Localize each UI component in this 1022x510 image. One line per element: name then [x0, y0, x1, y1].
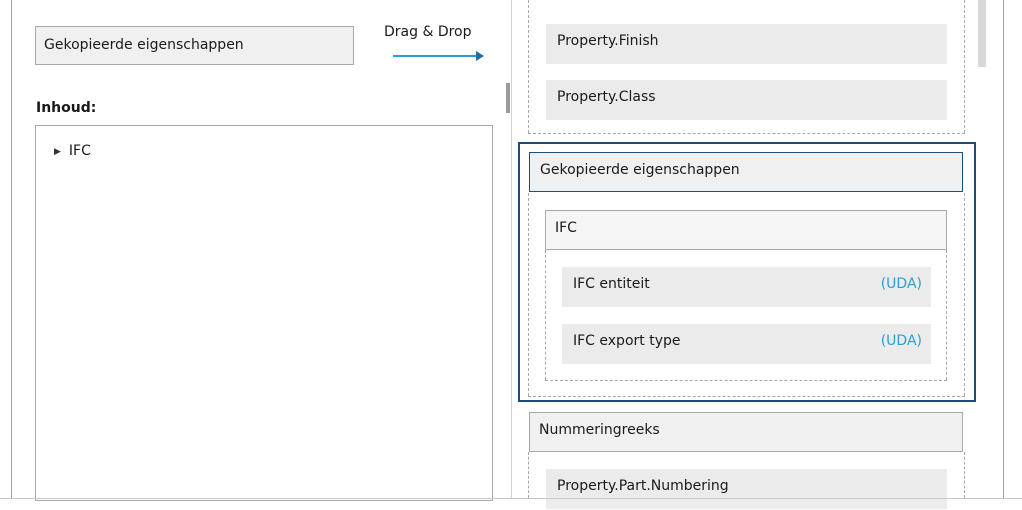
group-outline-right: [964, 193, 965, 396]
group-name-value: Gekopieerde eigenschappen: [44, 37, 244, 53]
group-outline-left: [528, 452, 529, 498]
subgroup-outline-bottom: [545, 380, 947, 381]
contents-label: Inhoud:: [36, 100, 97, 116]
left-frame-border: [11, 0, 12, 498]
property-label: Property.Class: [557, 89, 656, 105]
group-header-nummeringreeks[interactable]: Nummeringreeks: [529, 412, 963, 452]
right-frame-border: [1003, 0, 1004, 498]
property-item[interactable]: Property.Class: [546, 80, 947, 120]
property-label: Property.Finish: [557, 33, 659, 49]
splitter-handle[interactable]: [506, 83, 510, 113]
group-outline-bottom: [528, 133, 965, 134]
expand-triangle-icon[interactable]: ▶: [54, 147, 61, 157]
group-outline-right: [964, 452, 965, 498]
property-label: Property.Part.Numbering: [557, 478, 729, 494]
contents-tree[interactable]: [35, 125, 493, 501]
subgroup-title: IFC: [555, 220, 577, 236]
property-label: IFC export type: [573, 333, 681, 349]
subgroup-outline-right: [946, 250, 947, 380]
group-outline-right: [964, 0, 965, 133]
subgroup-header-ifc[interactable]: IFC: [545, 210, 947, 250]
group-header-gekopieerde[interactable]: Gekopieerde eigenschappen: [529, 152, 963, 192]
uda-tag: (UDA): [880, 333, 922, 349]
scrollbar-thumb[interactable]: [978, 0, 986, 67]
group-outline-bottom: [528, 396, 965, 397]
property-item[interactable]: Property.Part.Numbering: [546, 469, 947, 509]
group-title: Nummeringreeks: [539, 422, 660, 438]
property-item-ifc-entiteit[interactable]: IFC entiteit (UDA): [562, 267, 931, 307]
group-outline-left: [528, 0, 529, 133]
group-title: Gekopieerde eigenschappen: [540, 162, 740, 178]
drag-drop-label: Drag & Drop: [384, 24, 472, 40]
bottom-border: [0, 498, 1022, 499]
uda-tag: (UDA): [880, 276, 922, 292]
drag-arrow-icon: [393, 51, 484, 61]
property-item-ifc-export-type[interactable]: IFC export type (UDA): [562, 324, 931, 364]
panel-divider: [511, 0, 512, 498]
group-name-field[interactable]: Gekopieerde eigenschappen: [35, 26, 354, 65]
tree-item-ifc[interactable]: ▶ IFC: [54, 143, 91, 159]
tree-item-label: IFC: [68, 143, 91, 159]
property-item[interactable]: Property.Finish: [546, 24, 947, 64]
group-outline-left: [528, 193, 529, 396]
property-label: IFC entiteit: [573, 276, 650, 292]
subgroup-outline-left: [545, 250, 546, 380]
